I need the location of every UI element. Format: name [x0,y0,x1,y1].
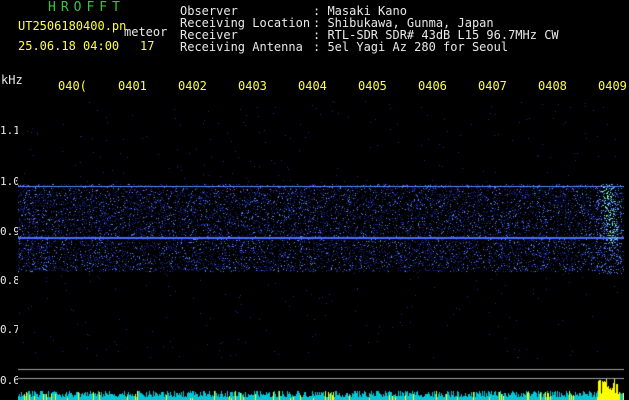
time-tick: 0408 [538,79,567,93]
time-tick: 0404 [298,79,327,93]
time-tick: 0407 [478,79,507,93]
time-tick: 0409 [598,79,627,93]
time-tick: 0401 [118,79,147,93]
time-tick: 040( [58,79,87,93]
frequency-tick: 0.7 [0,323,20,336]
frequency-tick: 1.1 [0,124,20,137]
meteor-count: 17 [140,39,155,53]
file-name: UT2506180400.pn [18,19,127,33]
frequency-tick: 0.8 [0,274,20,287]
datetime-label: 25.06.18 04:00 [18,39,120,53]
hrofft-brand: HROFFT [48,0,125,15]
time-tick: 0406 [418,79,447,93]
time-tick: 0402 [178,79,207,93]
mode-label: meteor [124,25,168,39]
time-tick: 0403 [238,79,267,93]
time-tick: 0405 [358,79,387,93]
frequency-tick: 0.9 [0,225,20,238]
frequency-unit-label: kHz [1,73,23,87]
spectrogram-window: HROFFT UT2506180400.pn meteor 25.06.18 0… [0,0,629,400]
antenna-label: Receiving Antenna [180,40,303,54]
frequency-tick: 0.6 [0,374,20,387]
frequency-tick: 1.0 [0,175,20,188]
spectrogram-plot [18,100,624,400]
antenna-value: : 5el Yagi Az 280 for Seoul [313,40,509,54]
